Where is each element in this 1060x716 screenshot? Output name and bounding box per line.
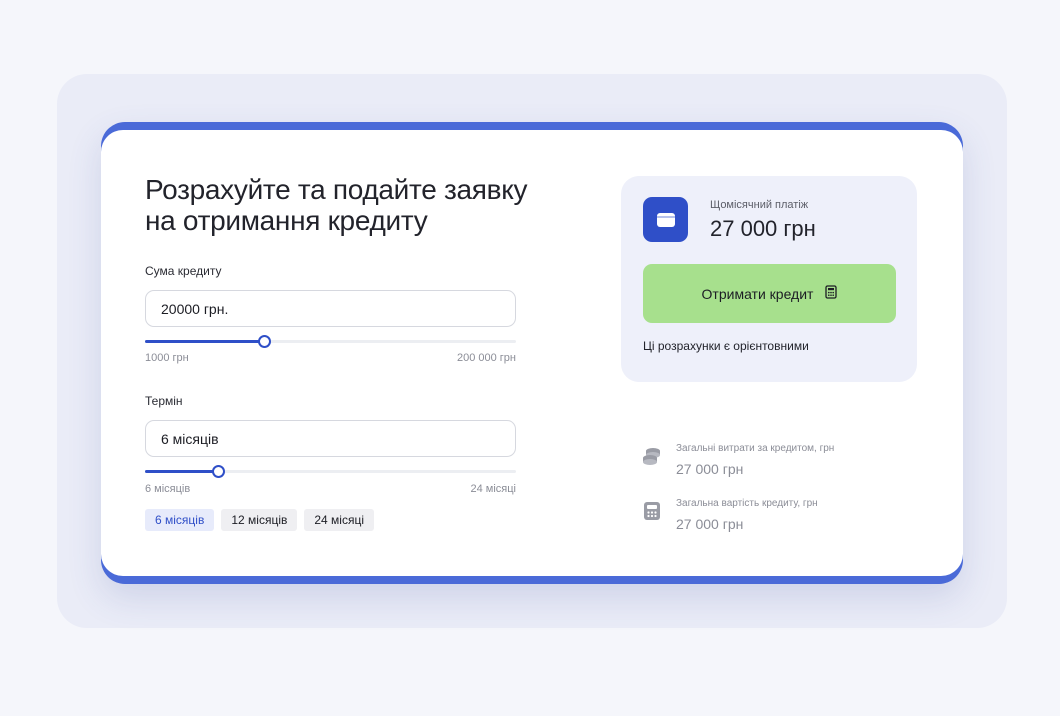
term-slider-fill [145, 470, 218, 473]
calculator-icon [825, 285, 838, 302]
title-line-2: на отримання кредиту [145, 205, 428, 236]
term-max-label: 24 місяці [470, 483, 517, 495]
amount-slider-handle[interactable] [257, 335, 271, 348]
amount-label: Сума кредиту [145, 264, 222, 278]
term-chip-24[interactable]: 24 місяці [304, 509, 374, 531]
term-chip-12[interactable]: 12 місяців [221, 509, 298, 531]
stat-label: Загальні витрати за кредитом, грн [676, 443, 835, 454]
term-chip-6[interactable]: 6 місяців [145, 509, 215, 531]
amount-slider-fill [145, 340, 264, 343]
loan-calculator-card: Розрахуйте та подайте заявку на отриманн… [101, 130, 963, 576]
term-presets: 6 місяців 12 місяців 24 місяці [145, 509, 374, 531]
get-credit-button-label: Отримати кредит [701, 285, 814, 302]
estimate-note: Ці розрахунки є орієнтовними [643, 339, 809, 353]
term-field[interactable]: 6 місяців [145, 420, 516, 457]
get-credit-button[interactable]: Отримати кредит [643, 264, 896, 323]
monthly-payment-label: Щомісячний платіж [710, 199, 809, 211]
term-min-label: 6 місяців [145, 483, 191, 495]
page-title: Розрахуйте та подайте заявку на отриманн… [145, 174, 585, 236]
amount-field[interactable]: 20000 грн. [145, 290, 516, 327]
calculator-icon [641, 500, 663, 522]
monthly-payment-value: 27 000 грн [710, 216, 816, 241]
title-line-1: Розрахуйте та подайте заявку [145, 174, 528, 205]
stat-label: Загальна вартість кредиту, грн [676, 498, 818, 509]
wallet-icon [643, 197, 688, 242]
term-label: Термін [145, 394, 183, 408]
stat-value: 27 000 грн [676, 461, 744, 477]
payment-summary-panel: Щомісячний платіж 27 000 грн Отримати кр… [621, 176, 917, 382]
stat-value: 27 000 грн [676, 516, 744, 532]
coins-stack-icon [641, 445, 663, 467]
term-slider-handle[interactable] [211, 465, 225, 478]
term-slider[interactable] [145, 465, 516, 478]
amount-min-label: 1000 грн [145, 352, 189, 364]
amount-slider[interactable] [145, 335, 516, 348]
amount-max-label: 200 000 грн [456, 352, 516, 364]
